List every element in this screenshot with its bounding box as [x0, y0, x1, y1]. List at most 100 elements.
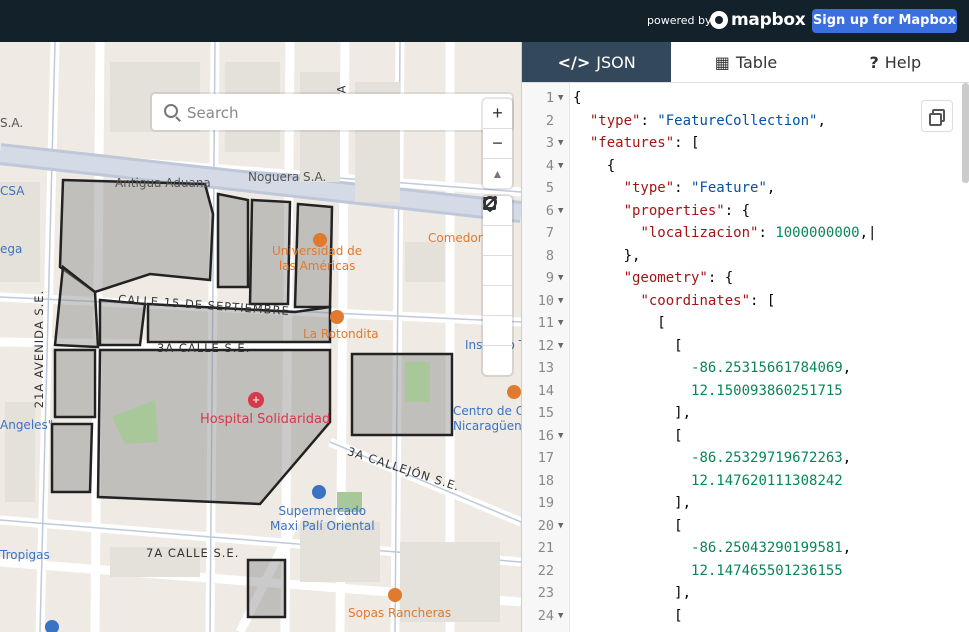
fold-chevron-icon[interactable]: ▼ — [558, 605, 563, 628]
code-line[interactable]: 12 ▼ [ — [522, 335, 969, 358]
code-icon: </> — [557, 52, 591, 72]
code-line[interactable]: 4 ▼ { — [522, 155, 969, 178]
street-3a-calle: 3A CALLE S.E. — [157, 341, 251, 355]
code-line[interactable]: 18 12.147620111308242 — [522, 470, 969, 493]
fold-chevron-icon[interactable]: ▼ — [558, 132, 563, 155]
code-text: ], — [573, 405, 692, 421]
map-label-sopas[interactable]: Sopas Rancheras — [348, 606, 451, 620]
tropigas-icon[interactable] — [45, 620, 59, 632]
fold-chevron-icon[interactable]: ▼ — [558, 335, 563, 358]
code-line[interactable]: 16 ▼ [ — [522, 425, 969, 448]
sopas-icon[interactable] — [388, 588, 402, 602]
editor-scrollbar[interactable] — [962, 83, 969, 183]
code-line[interactable]: 5 "type": "Feature", — [522, 177, 969, 200]
code-text: "geometry": { — [623, 270, 734, 286]
code-text: 12.147620111308242 — [691, 472, 843, 489]
code-line[interactable]: 21 -86.25043290199581, — [522, 537, 969, 560]
code-text: -86.25329719672263, — [691, 450, 852, 466]
map-label-antigua-aduana: Antigua Aduana — [115, 176, 211, 190]
code-text: }, — [573, 247, 641, 264]
fold-chevron-icon[interactable]: ▼ — [558, 200, 563, 223]
mapbox-logo-icon — [710, 11, 728, 29]
draw-rectangle-button[interactable] — [483, 197, 512, 316]
line-number: 23 — [537, 585, 554, 601]
line-number: 3 — [545, 135, 554, 151]
code-text: [ — [573, 427, 683, 444]
copy-icon[interactable] — [921, 100, 953, 132]
line-number: 21 — [537, 540, 554, 556]
tab-table[interactable]: ▦ Table — [671, 42, 820, 82]
code-line[interactable]: 19 ], — [522, 492, 969, 515]
edit-button[interactable] — [483, 197, 512, 375]
code-line[interactable]: 13 -86.25315661784069, — [522, 357, 969, 380]
map-label-supermercado[interactable]: Supermercado Maxi Palí Oriental — [270, 504, 375, 534]
fold-chevron-icon[interactable]: ▼ — [558, 312, 563, 335]
code-text: ], — [573, 585, 692, 601]
code-text: -86.25315661784069, — [691, 360, 852, 376]
map-label-universidad[interactable]: Universidad de las Américas — [272, 244, 362, 274]
code-line[interactable]: 20 ▼ [ — [522, 515, 969, 538]
code-text: { — [573, 157, 616, 174]
code-line[interactable]: 1 ▼ { — [522, 87, 969, 110]
line-number: 13 — [537, 360, 554, 376]
code-line[interactable]: 17 -86.25329719672263, — [522, 447, 969, 470]
search-placeholder[interactable]: Search — [187, 104, 239, 122]
fold-chevron-icon[interactable]: ▼ — [558, 267, 563, 290]
code-line[interactable]: 22 12.147465501236155 — [522, 560, 969, 583]
hospital-icon[interactable]: + — [248, 392, 264, 408]
map-label-tropigas[interactable]: Tropigas — [0, 548, 50, 562]
tab-table-label: Table — [735, 52, 778, 72]
fold-chevron-icon[interactable]: ▼ — [558, 425, 563, 448]
tab-json[interactable]: </> JSON — [522, 42, 672, 82]
draw-line-button[interactable] — [483, 196, 512, 256]
code-line[interactable]: 7 "localizacion": 1000000000,| — [522, 222, 969, 245]
code-line[interactable]: 14 12.150093860251715 — [522, 380, 969, 403]
code-text: "properties": { — [623, 202, 751, 219]
map-canvas[interactable] — [0, 42, 521, 632]
compass-button[interactable]: ▲ — [483, 159, 512, 188]
json-editor[interactable]: 1 ▼{2 "type": "FeatureCollection", 3 ▼ "fea… — [522, 87, 969, 627]
code-line[interactable]: 11 ▼ [ — [522, 312, 969, 335]
fold-chevron-icon[interactable]: ▼ — [558, 155, 563, 178]
fold-chevron-icon[interactable]: ▼ — [558, 515, 563, 538]
tab-help[interactable]: ? Help — [821, 42, 969, 82]
code-line[interactable]: 6 ▼ "properties": { — [522, 200, 969, 223]
cafe-icon[interactable] — [330, 310, 344, 324]
search-box[interactable]: Search — [152, 94, 512, 130]
shop-icon[interactable] — [312, 485, 326, 499]
code-line[interactable]: 9 ▼ "geometry": { — [522, 267, 969, 290]
centro-icon[interactable] — [507, 385, 521, 399]
map-view[interactable]: S.A. CSA ega Antigua Aduana Noguera S.A.… — [0, 42, 521, 632]
code-line[interactable]: 2 "type": "FeatureCollection", — [522, 110, 969, 133]
line-number: 18 — [537, 472, 554, 489]
map-label-la-rotondita[interactable]: La Rotondita — [303, 327, 379, 341]
line-number: 1 — [545, 90, 554, 106]
draw-polygon-button[interactable] — [483, 196, 512, 286]
code-text: "localizacion": 1000000000,| — [640, 225, 877, 241]
line-number: 14 — [537, 382, 554, 399]
code-line[interactable]: 15 ], — [522, 402, 969, 425]
map-label-comedor[interactable]: Comedor — [428, 231, 483, 245]
university-icon[interactable] — [313, 233, 327, 247]
map-label-centro[interactable]: Centro de Ca Nicaragüens — [453, 404, 521, 434]
zoom-in-button[interactable]: + — [483, 99, 512, 129]
code-line[interactable]: 23 ], — [522, 582, 969, 605]
fold-chevron-icon[interactable]: ▼ — [558, 87, 563, 110]
map-label-ega: ega — [0, 242, 23, 256]
street-21a-avenida: 21A AVENIDA S.E. — [32, 289, 47, 409]
code-line[interactable]: 24 ▼ [ — [522, 605, 969, 628]
fold-chevron-icon[interactable]: ▼ — [558, 290, 563, 313]
code-text: ], — [573, 495, 692, 511]
line-number: 5 — [545, 180, 554, 196]
code-line[interactable]: 3 ▼ "features": [ — [522, 132, 969, 155]
line-number: 9 — [545, 270, 554, 286]
map-label-hospital[interactable]: Hospital Solidaridad — [200, 412, 330, 427]
code-line[interactable]: 8 }, — [522, 245, 969, 268]
code-line[interactable]: 10 ▼ "coordinates": [ — [522, 290, 969, 313]
signup-button[interactable]: Sign up for Mapbox — [812, 9, 957, 33]
draw-circle-button[interactable] — [483, 196, 512, 346]
table-icon: ▦ — [714, 52, 730, 72]
code-text: [ — [573, 517, 683, 534]
line-number: 2 — [545, 112, 554, 129]
zoom-out-button[interactable]: − — [483, 129, 512, 159]
